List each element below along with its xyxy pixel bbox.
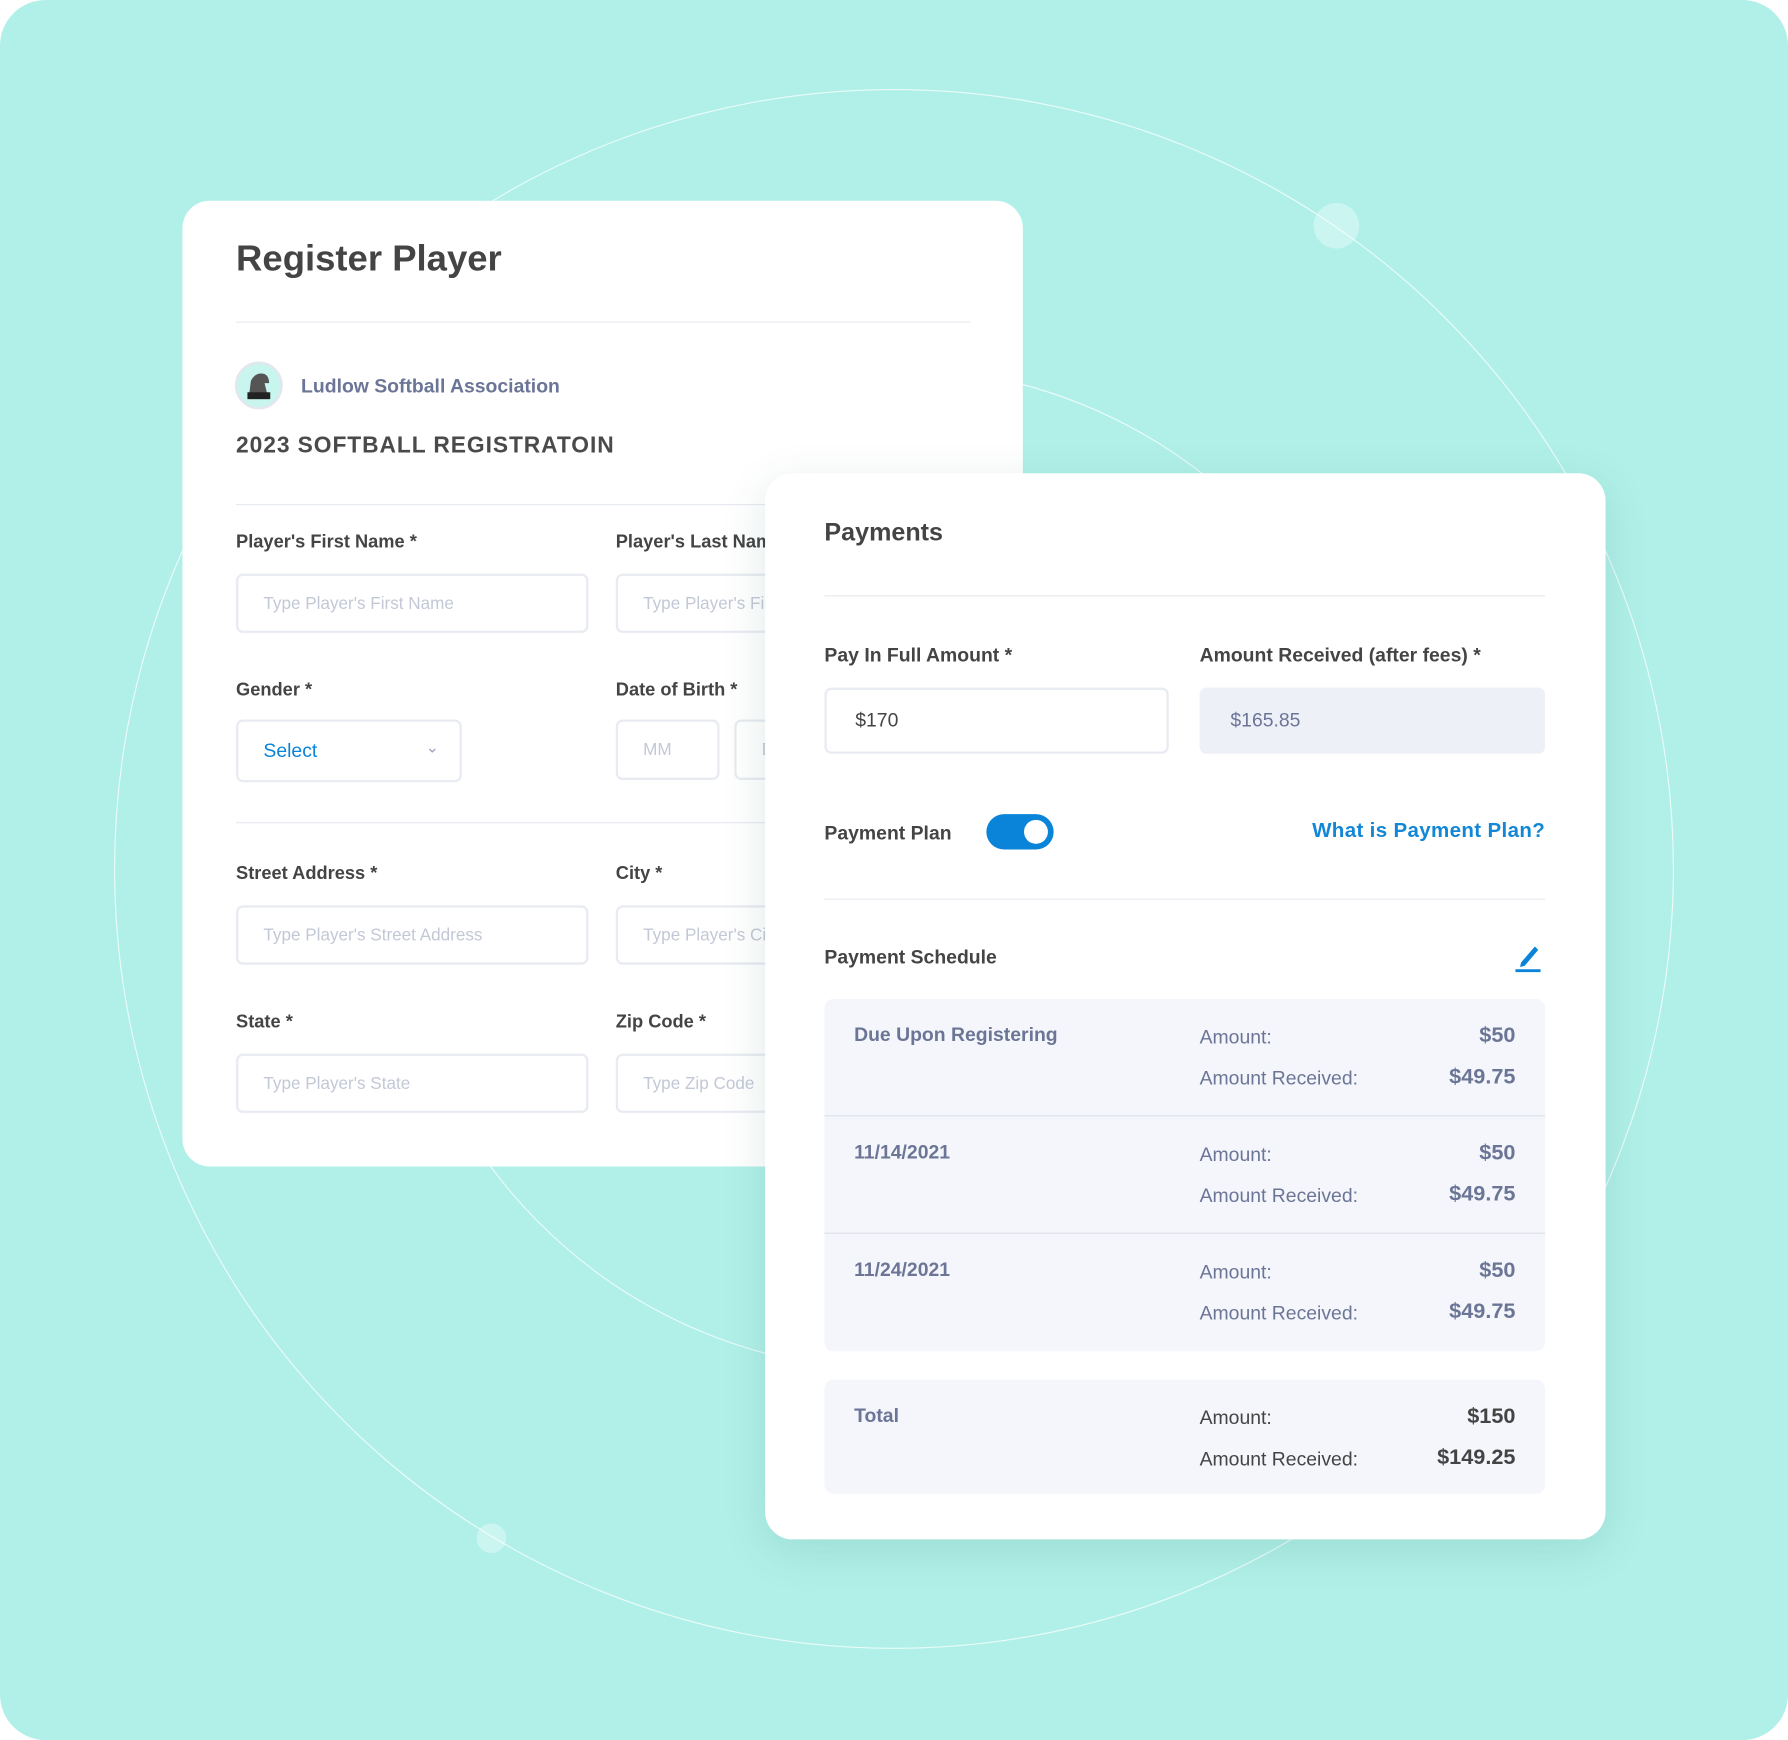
org-name: Ludlow Softball Association (301, 375, 560, 397)
eagle-logo-icon (247, 373, 271, 400)
amount-value: $50 (1479, 1141, 1516, 1166)
payment-plan-toggle[interactable] (986, 814, 1054, 850)
street-label: Street Address * (236, 864, 378, 884)
amount-value: $50 (1479, 1258, 1516, 1283)
schedule-row-name: 11/24/2021 (854, 1258, 951, 1281)
amount-key: Amount: (1199, 1026, 1272, 1048)
first-name-label: Player's First Name * (236, 532, 417, 552)
dob-month-input[interactable]: MM (615, 719, 720, 780)
payment-schedule-list: Due Upon Registering Amount: $50 Amount … (824, 998, 1546, 1352)
state-input[interactable]: Type Player's State (236, 1053, 589, 1113)
registration-title: 2023 SOFTBALL REGISTRATOIN (236, 433, 615, 459)
zip-label: Zip Code * (615, 1012, 706, 1032)
gender-select-value: Select (263, 739, 318, 762)
state-label: State * (236, 1012, 293, 1032)
toggle-knob (1023, 819, 1048, 844)
amount-key: Amount: (1199, 1407, 1272, 1429)
total-received: $149.25 (1437, 1445, 1516, 1470)
chevron-down-icon: ⌄ (425, 737, 440, 757)
received-label: Amount Received (after fees) * (1199, 644, 1481, 666)
total-box: Total Amount: $150 Amount Received: $149… (824, 1379, 1546, 1494)
schedule-row-name: Due Upon Registering (854, 1023, 1058, 1046)
received-key: Amount Received: (1199, 1067, 1358, 1089)
dob-label: Date of Birth * (615, 680, 738, 701)
street-input[interactable]: Type Player's Street Address (236, 905, 589, 965)
gender-label: Gender * (236, 680, 313, 701)
received-key: Amount Received: (1199, 1302, 1358, 1324)
what-is-payment-plan-link[interactable]: What is Payment Plan? (1312, 819, 1545, 843)
divider (236, 321, 971, 323)
divider (824, 595, 1546, 597)
schedule-row: 11/24/2021 Amount: $50 Amount Received: … (824, 1234, 1545, 1351)
received-value: $49.75 (1449, 1065, 1516, 1089)
received-value: $49.75 (1449, 1299, 1516, 1324)
payment-schedule-label: Payment Schedule (824, 946, 997, 969)
payments-title: Payments (824, 517, 943, 547)
received-input: $165.85 (1199, 687, 1546, 754)
gender-select[interactable]: Select ⌄ (236, 719, 462, 783)
total-amount: $150 (1467, 1404, 1516, 1429)
page-title: Register Player (236, 237, 502, 279)
schedule-row: Due Upon Registering Amount: $50 Amount … (824, 999, 1546, 1117)
amount-value: $50 (1479, 1023, 1516, 1048)
edit-pencil-icon[interactable] (1513, 941, 1543, 973)
amount-key: Amount: (1199, 1261, 1272, 1283)
total-label: Total (854, 1404, 899, 1427)
org-logo (234, 361, 283, 410)
last-name-label: Player's Last Name * (615, 532, 765, 552)
received-key: Amount Received: (1199, 1184, 1358, 1207)
decorative-dot (1313, 202, 1360, 249)
received-key: Amount Received: (1199, 1448, 1358, 1470)
amount-key: Amount: (1199, 1143, 1272, 1166)
payment-plan-label: Payment Plan (824, 822, 952, 844)
received-value: $49.75 (1449, 1182, 1516, 1207)
schedule-row-name: 11/14/2021 (854, 1141, 951, 1164)
schedule-row: 11/14/2021 Amount: $50 Amount Received: … (824, 1116, 1546, 1234)
decorative-dot (476, 1523, 507, 1554)
city-label: City * (615, 864, 663, 884)
pay-full-input[interactable]: $170 (824, 687, 1169, 754)
pay-full-label: Pay In Full Amount * (824, 644, 1013, 666)
divider (824, 898, 1546, 900)
first-name-input[interactable]: Type Player's First Name (236, 573, 589, 633)
